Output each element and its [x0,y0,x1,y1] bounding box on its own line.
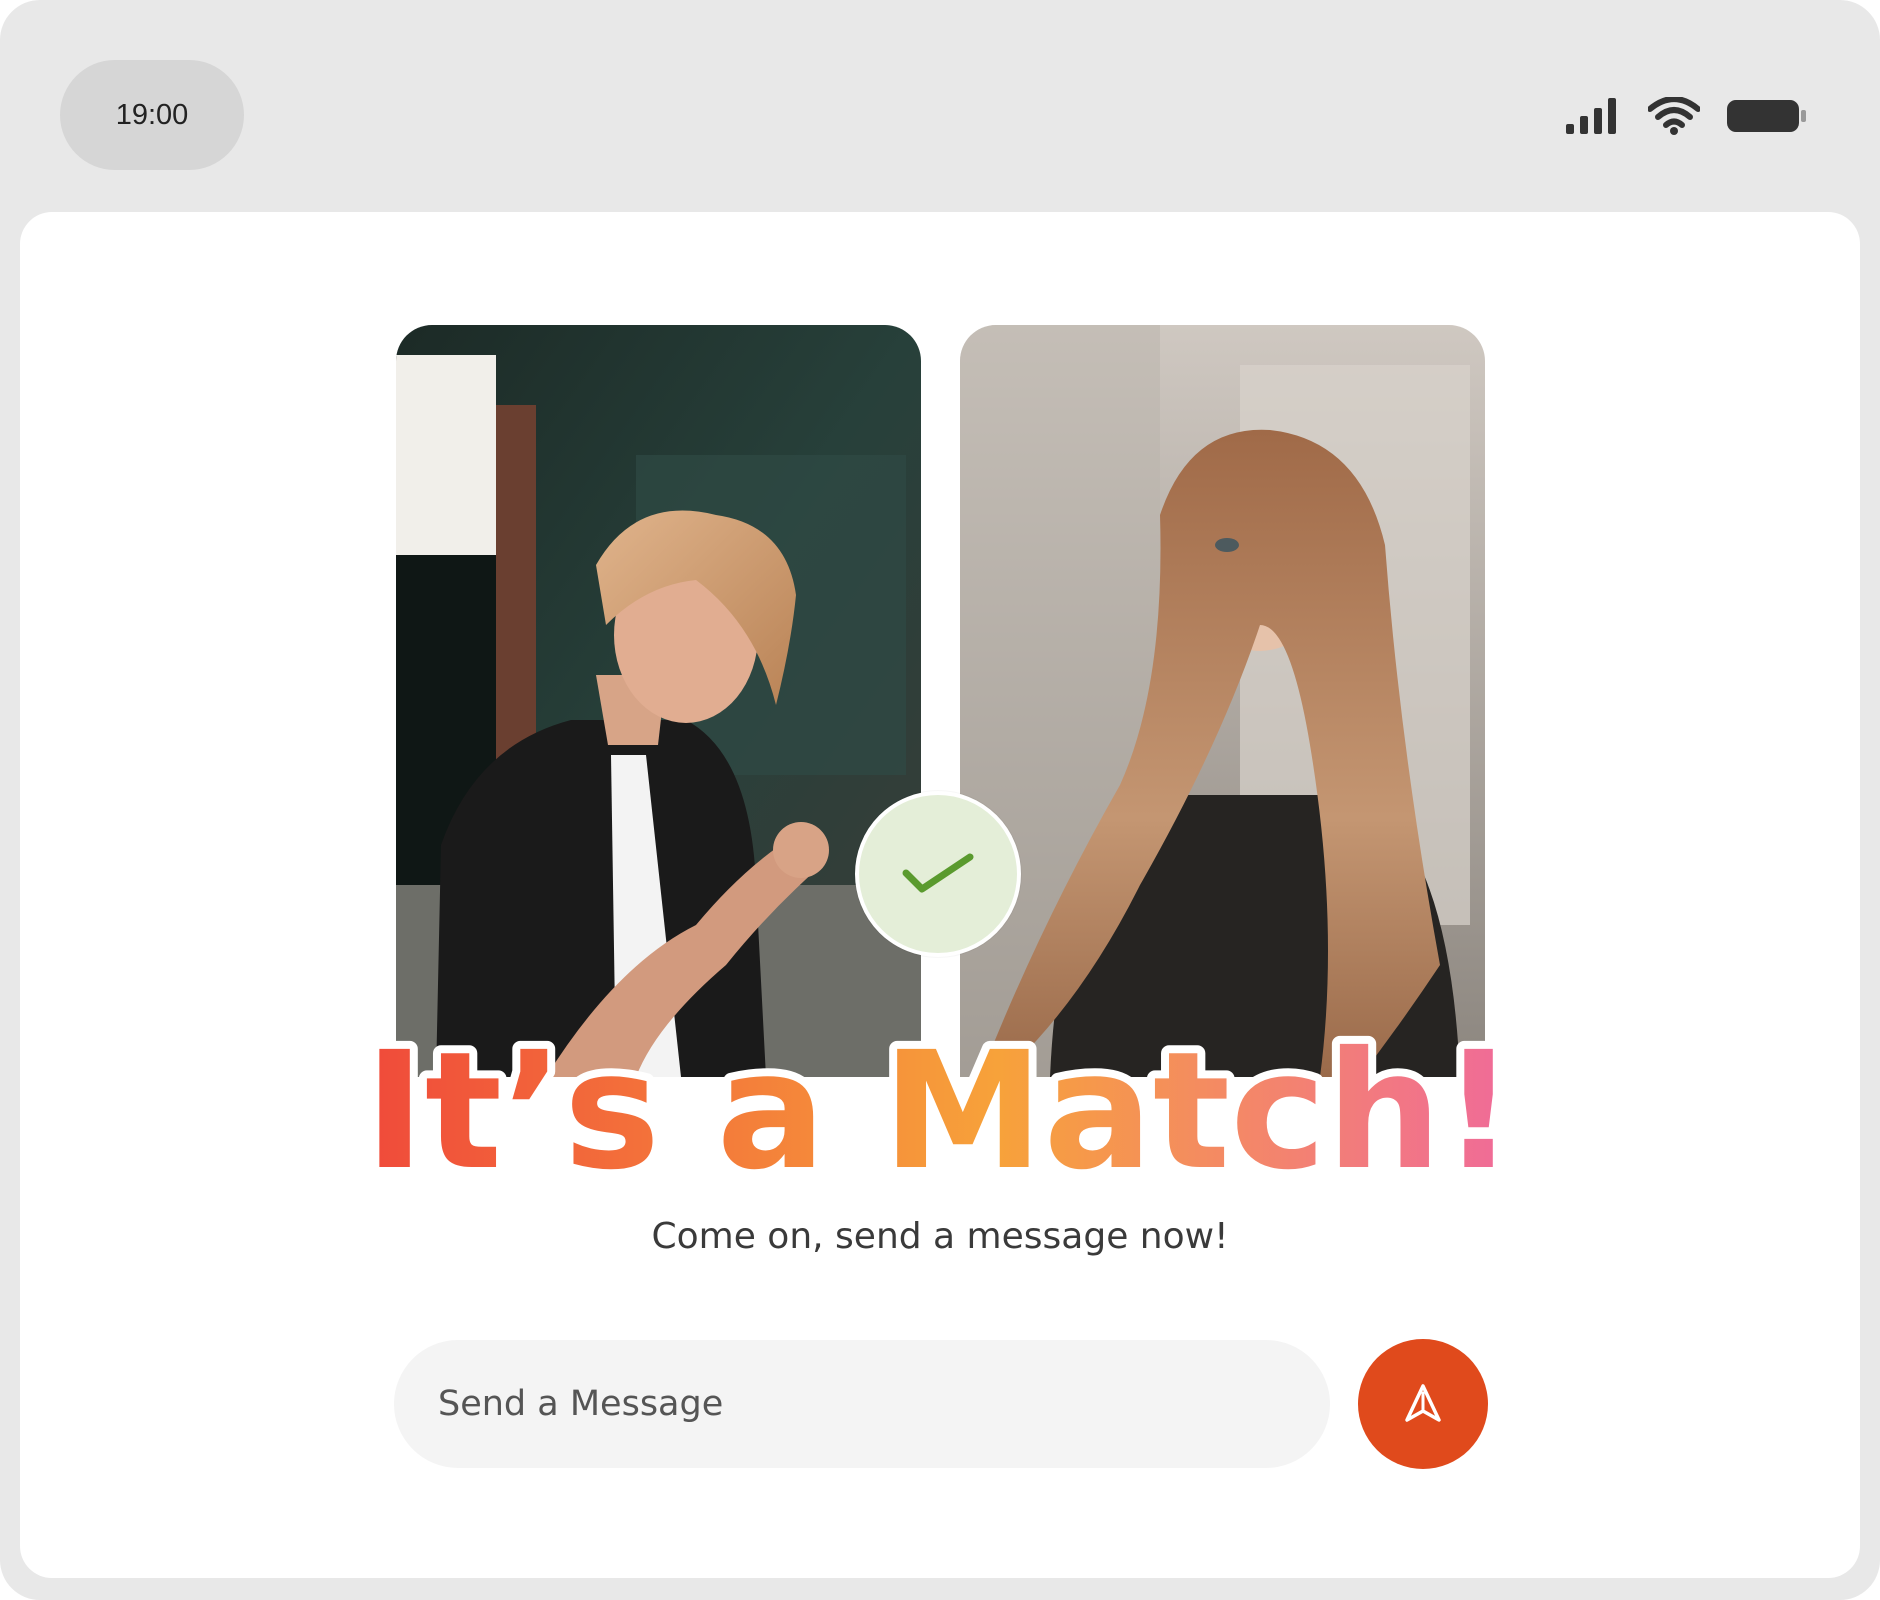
checkmark-icon [900,849,976,900]
send-button[interactable] [1358,1339,1488,1469]
woman-profile-photo [960,325,1485,1077]
match-title: It’s a Match! [364,1018,1515,1206]
match-card: It’s a Match! It’s a Match! Come on, sen… [20,212,1860,1578]
match-subtitle: Come on, send a message now! [651,1216,1229,1257]
status-icons [1566,95,1808,140]
device-frame: 19:00 It’s a Match! It’s a Match! Come o… [0,0,1880,1600]
message-input[interactable] [394,1340,1330,1468]
send-arrow-icon [1401,1381,1445,1428]
status-time: 19:00 [60,60,244,170]
match-title-wrap: It’s a Match! It’s a Match! [20,1002,1860,1214]
battery-icon [1726,99,1808,138]
man-profile-photo [396,325,921,1077]
signal-icon [1566,97,1622,139]
wifi-icon [1647,95,1701,140]
match-check-badge [855,791,1021,957]
